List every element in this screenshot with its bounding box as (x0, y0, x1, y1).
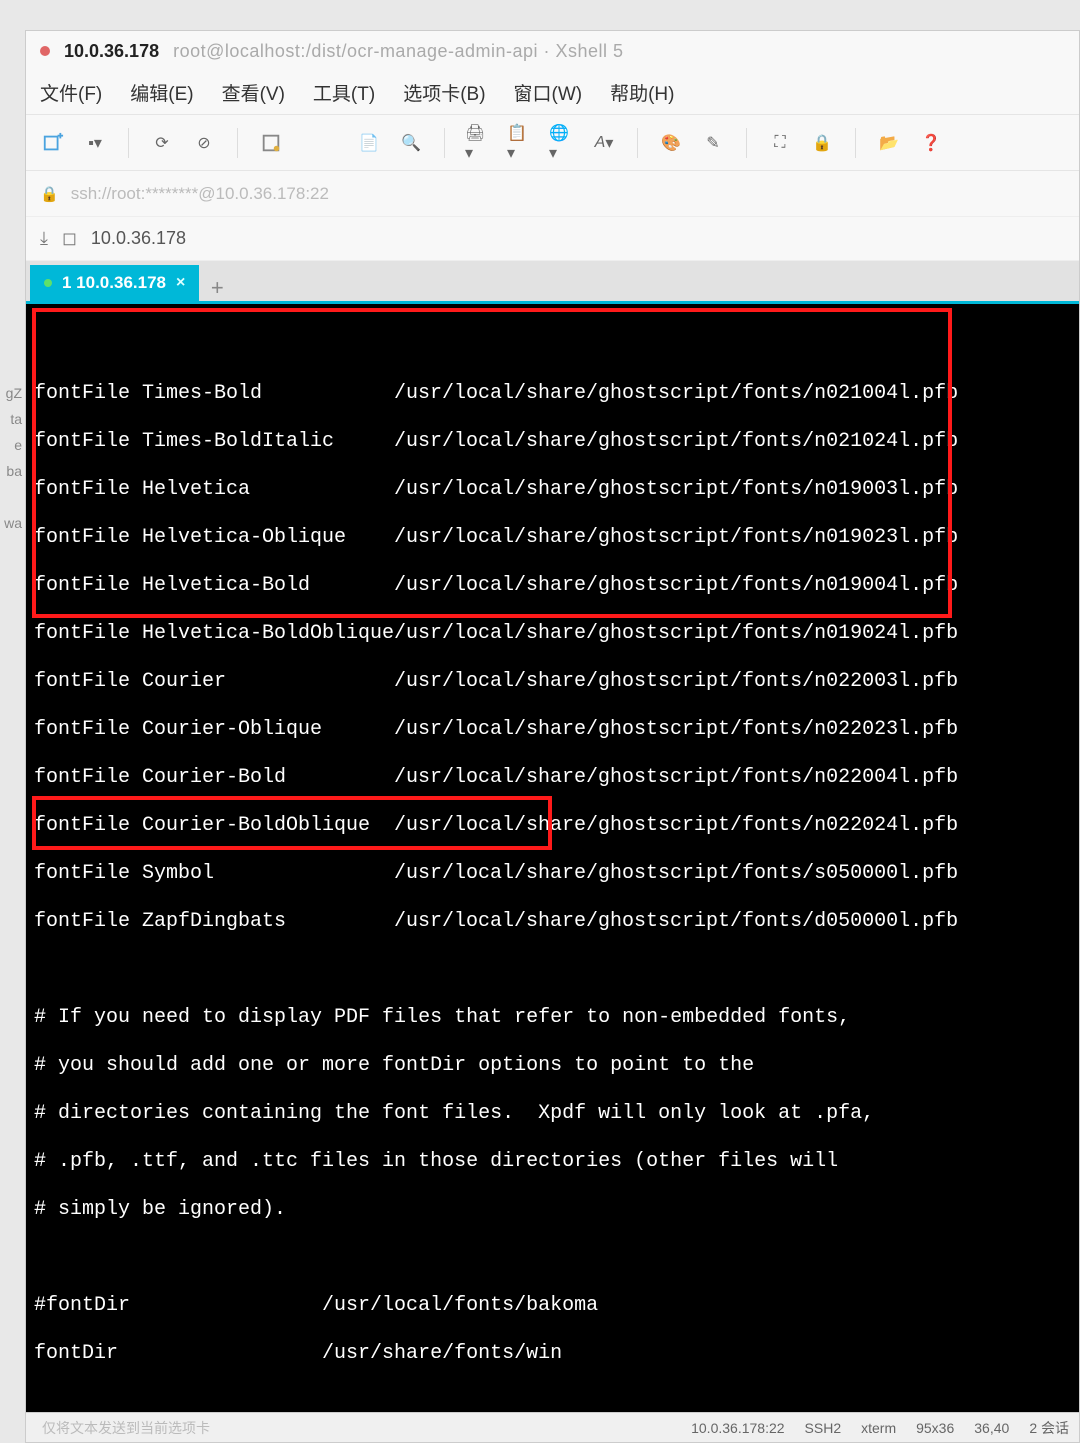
status-bar: 仅将文本发送到当前选项卡 10.0.36.178:22 SSH2 xterm 9… (26, 1412, 1079, 1442)
color-scheme-icon[interactable]: 🎨 (658, 130, 684, 156)
bookmark-bar: ⤓ ◻ 10.0.36.178 (26, 217, 1079, 261)
session-tab[interactable]: 1 10.0.36.178 × (30, 265, 199, 301)
new-session-icon[interactable] (40, 130, 66, 156)
comment-line: # you should add one or more fontDir opt… (34, 1054, 1071, 1078)
background-fragment: gZ ta e ba wa (0, 380, 25, 536)
app-window: 10.0.36.178 root@localhost:/dist/ocr-man… (25, 30, 1080, 1443)
font-line: fontFile Courier-Bold/usr/local/share/gh… (34, 766, 1071, 790)
font-dropdown-icon[interactable]: A▾ (591, 130, 617, 156)
font-line: fontFile Courier-BoldOblique/usr/local/s… (34, 814, 1071, 838)
paste-dropdown-icon[interactable]: 📋▾ (507, 130, 533, 156)
comment-line: # .pfb, .ttf, and .ttc files in those di… (34, 1150, 1071, 1174)
highlight-box-fonts (32, 308, 952, 618)
status-term: xterm (861, 1420, 896, 1436)
fontdir-comment: #fontDir /usr/local/fonts/bakoma (34, 1294, 1071, 1318)
status-ssh: SSH2 (805, 1420, 842, 1436)
separator (855, 128, 856, 158)
lock-small-icon: 🔒 (40, 185, 59, 203)
address-bar: 🔒 ssh://root:********@10.0.36.178:22 (26, 171, 1079, 217)
encoding-dropdown-icon[interactable]: 🌐▾ (549, 130, 575, 156)
separator (746, 128, 747, 158)
status-hint: 仅将文本发送到当前选项卡 (36, 1418, 671, 1438)
status-sessions: 2 会话 (1029, 1418, 1069, 1438)
comment-line: # simply be ignored). (34, 1198, 1071, 1222)
open-dropdown-icon[interactable]: ▪▾ (82, 130, 108, 156)
separator (637, 128, 638, 158)
highlight-icon[interactable]: ✎ (700, 130, 726, 156)
toolbar: ▪▾ ⟳ ⊘ 📄 🔍 🖨▾ 📋▾ 🌐▾ A▾ 🎨 ✎ ⛶ 🔒 📂 ❓ (26, 115, 1079, 171)
connected-dot-icon (44, 279, 52, 287)
menu-bar: 文件(F) 编辑(E) 查看(V) 工具(T) 选项卡(B) 窗口(W) 帮助(… (26, 71, 1079, 115)
font-line: fontFile Times-Bold/usr/local/share/ghos… (34, 382, 1071, 406)
menu-tabs[interactable]: 选项卡(B) (403, 79, 485, 106)
comment-line: # directories containing the font files.… (34, 1102, 1071, 1126)
fontdir-active: fontDir /usr/share/fonts/win (34, 1342, 1071, 1366)
disconnect-icon[interactable]: ⊘ (191, 130, 217, 156)
reconnect-icon[interactable]: ⟳ (149, 130, 175, 156)
copy-icon[interactable]: 📄 (356, 130, 382, 156)
add-bookmark-icon[interactable]: ⤓ (40, 228, 48, 249)
status-prompt: 10.0.36.178:22 (691, 1420, 784, 1436)
comment-line: # If you need to display PDF files that … (34, 1006, 1071, 1030)
separator (128, 128, 129, 158)
address-text[interactable]: ssh://root:********@10.0.36.178:22 (71, 184, 329, 204)
menu-help[interactable]: 帮助(H) (610, 79, 674, 106)
transfer-icon[interactable]: 📂 (876, 130, 902, 156)
status-cursor: 36,40 (974, 1420, 1009, 1436)
bookmark-icon[interactable]: ◻ (62, 228, 77, 249)
font-line: fontFile Courier/usr/local/share/ghostsc… (34, 670, 1071, 694)
menu-view[interactable]: 查看(V) (222, 79, 285, 106)
font-line: fontFile Courier-Oblique/usr/local/share… (34, 718, 1071, 742)
font-line: fontFile Times-BoldItalic/usr/local/shar… (34, 430, 1071, 454)
bookmark-host[interactable]: 10.0.36.178 (91, 228, 186, 249)
menu-file[interactable]: 文件(F) (40, 79, 102, 106)
lock-icon[interactable]: 🔒 (809, 130, 835, 156)
title-path: root@localhost:/dist/ocr-manage-admin-ap… (173, 41, 623, 62)
font-line: fontFile ZapfDingbats/usr/local/share/gh… (34, 910, 1071, 934)
separator (444, 128, 445, 158)
status-size: 95x36 (916, 1420, 954, 1436)
help-icon[interactable]: ❓ (918, 130, 944, 156)
menu-window[interactable]: 窗口(W) (514, 79, 583, 106)
modified-dot-icon (40, 46, 50, 56)
font-line: fontFile Helvetica-Oblique/usr/local/sha… (34, 526, 1071, 550)
font-line: fontFile Helvetica-BoldOblique/usr/local… (34, 622, 1071, 646)
menu-edit[interactable]: 编辑(E) (130, 79, 193, 106)
font-line: fontFile Symbol/usr/local/share/ghostscr… (34, 862, 1071, 886)
close-tab-icon[interactable]: × (176, 274, 185, 292)
font-line: fontFile Helvetica/usr/local/share/ghost… (34, 478, 1071, 502)
fullscreen-icon[interactable]: ⛶ (767, 130, 793, 156)
tab-label: 1 10.0.36.178 (62, 273, 166, 293)
properties-icon[interactable] (258, 130, 284, 156)
print-dropdown-icon[interactable]: 🖨▾ (465, 130, 491, 156)
tab-strip: 1 10.0.36.178 × + (26, 261, 1079, 301)
menu-tools[interactable]: 工具(T) (313, 79, 375, 106)
separator (237, 128, 238, 158)
new-tab-button[interactable]: + (199, 275, 235, 301)
title-host: 10.0.36.178 (64, 41, 159, 62)
title-bar: 10.0.36.178 root@localhost:/dist/ocr-man… (26, 31, 1079, 71)
font-line: fontFile Helvetica-Bold/usr/local/share/… (34, 574, 1071, 598)
terminal-output[interactable]: fontFile Times-Bold/usr/local/share/ghos… (26, 301, 1079, 1412)
find-icon[interactable]: 🔍 (398, 130, 424, 156)
